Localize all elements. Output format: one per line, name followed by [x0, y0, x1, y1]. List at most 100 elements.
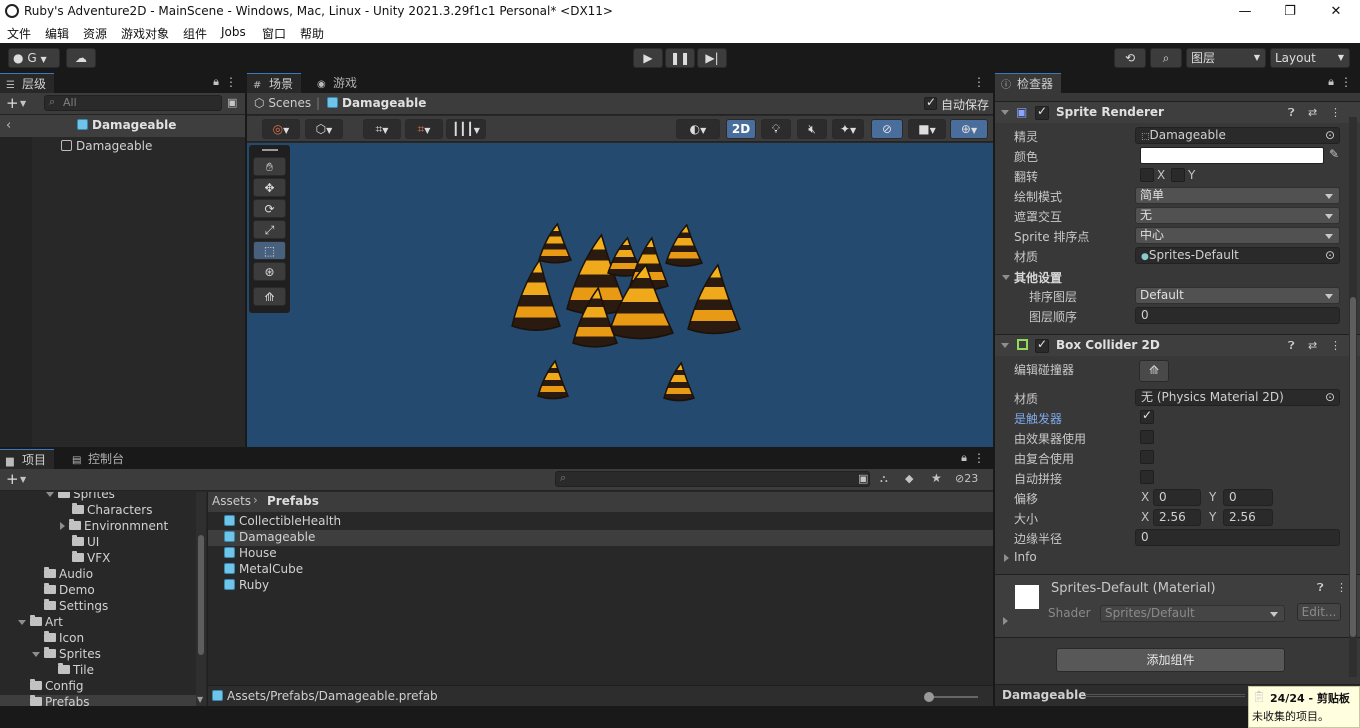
lighting-toggle-button[interactable]: 💡︎	[761, 119, 791, 139]
breadcrumb-root[interactable]: ⬡ Scenes	[254, 96, 311, 110]
is-trigger-checkbox[interactable]	[1140, 408, 1154, 424]
tab-scene[interactable]: # 场景	[247, 73, 302, 93]
tab-hierarchy[interactable]: ☰ 层级	[0, 73, 55, 93]
folder-tree-item[interactable]: Art	[18, 615, 63, 629]
slider-knob[interactable]	[924, 692, 934, 702]
effects-dropdown[interactable]: ✦▼	[832, 119, 864, 139]
more-icon[interactable]: ⋮	[225, 75, 237, 89]
autosave-checkbox[interactable]	[924, 95, 937, 110]
foldout-open-icon[interactable]	[18, 620, 26, 625]
folder-tree-item[interactable]: Icon	[32, 631, 84, 645]
sprite-field[interactable]: ⬚Damageable ⊙	[1135, 127, 1340, 144]
draw-mode-dropdown[interactable]: ◐▼	[676, 119, 720, 139]
eyedropper-icon[interactable]: ✎	[1329, 147, 1339, 161]
close-button[interactable]: ✕	[1313, 0, 1359, 23]
folder-tree-item[interactable]: Tile	[46, 663, 94, 677]
edit-collider-button[interactable]: ⟰	[1139, 360, 1169, 382]
asset-item[interactable]: CollectibleHealth	[208, 514, 993, 530]
flip-y-checkbox[interactable]	[1171, 168, 1185, 182]
scrollbar-thumb[interactable]	[198, 535, 204, 655]
shader-dropdown[interactable]: Sprites/Default	[1100, 605, 1285, 622]
scene-viewport[interactable]: ✋︎ ✥ ⟳ ⤢ ⬚ ⊛ ⟰	[247, 143, 993, 447]
size-x-input[interactable]: 2.56	[1153, 509, 1201, 526]
grid-visibility-dropdown[interactable]: ⌗▼	[405, 119, 443, 139]
object-picker-icon[interactable]: ⊙	[1325, 248, 1335, 263]
grid-snapping-dropdown[interactable]: ⌗▼	[363, 119, 401, 139]
folder-tree-item[interactable]: Prefabs	[0, 695, 196, 706]
lock-icon[interactable]: 🔒︎	[213, 75, 219, 89]
edge-radius-input[interactable]: 0	[1135, 529, 1340, 546]
used-by-effector-checkbox[interactable]	[1140, 430, 1154, 444]
toggle-2d-button[interactable]: 2D	[726, 119, 756, 139]
label-tag-icon[interactable]: ◆	[905, 472, 913, 485]
add-component-button[interactable]: 添加组件	[1056, 648, 1285, 672]
tab-project[interactable]: ▆ 项目	[0, 449, 55, 469]
foldout-open-icon[interactable]	[32, 652, 40, 657]
project-search-input[interactable]: ⌕	[555, 471, 870, 487]
folder-tree-item[interactable]: Settings	[32, 599, 108, 613]
add-icon[interactable]: +	[6, 94, 19, 112]
foldout-closed-icon[interactable]	[1004, 554, 1009, 562]
more-icon[interactable]: ⋮	[973, 451, 985, 465]
offset-x-input[interactable]: 0	[1153, 489, 1201, 506]
menu-file[interactable]: 文件	[7, 25, 31, 42]
audio-toggle-button[interactable]: 🔇︎	[797, 119, 827, 139]
menu-jobs[interactable]: Jobs	[221, 25, 246, 39]
folder-tree-item[interactable]: Sprites	[46, 492, 115, 501]
component-menu-icon[interactable]: ⋮	[1330, 106, 1341, 119]
increment-snap-dropdown[interactable]: ┃┃┃▼	[446, 119, 486, 139]
foldout-open-icon[interactable]	[1002, 275, 1010, 280]
component-menu-icon[interactable]: ⋮	[1330, 339, 1341, 352]
hierarchy-item[interactable]: Damageable	[61, 139, 152, 153]
sort-point-dropdown[interactable]: 中心	[1135, 227, 1340, 244]
damageable-sprite[interactable]	[247, 143, 993, 447]
box-collider-header[interactable]: Box Collider 2D ❓︎ ⇄ ⋮	[995, 334, 1360, 356]
help-icon[interactable]: ❓︎	[1317, 581, 1324, 595]
undo-history-button[interactable]: ⟲	[1114, 48, 1146, 68]
search-button[interactable]: ⌕	[1150, 48, 1182, 68]
info-foldout-label[interactable]: Info	[1014, 550, 1037, 564]
folder-tree-item[interactable]: VFX	[60, 551, 110, 565]
minimize-button[interactable]: —	[1222, 0, 1268, 23]
draw-mode-dropdown[interactable]: 简单	[1135, 187, 1340, 204]
auto-tiling-checkbox[interactable]	[1140, 470, 1154, 484]
object-picker-icon[interactable]: ⊙	[1325, 390, 1335, 405]
layout-dropdown[interactable]: Layout ▼	[1270, 48, 1350, 68]
folder-tree-item[interactable]: Sprites	[32, 647, 101, 661]
breadcrumb-assets[interactable]: Assets	[212, 494, 251, 508]
tab-game[interactable]: ◉ 游戏	[311, 73, 366, 93]
breadcrumb-prefabs[interactable]: Prefabs	[267, 494, 319, 508]
folder-tree-item[interactable]: Environmnent	[60, 519, 168, 533]
chevron-down-icon[interactable]: ▼	[20, 475, 26, 484]
menu-assets[interactable]: 资源	[83, 25, 107, 42]
tree-scrollbar[interactable]	[196, 492, 206, 706]
lock-icon[interactable]: 🔒︎	[961, 451, 967, 465]
hierarchy-search-input[interactable]: ⌕ All	[44, 95, 222, 111]
order-in-layer-input[interactable]: 0	[1135, 307, 1340, 324]
component-menu-icon[interactable]: ⋮	[1336, 581, 1347, 594]
edit-shader-button[interactable]: Edit...	[1297, 603, 1341, 621]
camera-dropdown[interactable]: ■▼	[908, 119, 946, 139]
menu-component[interactable]: 组件	[183, 25, 207, 42]
folder-tree-item[interactable]: UI	[60, 535, 99, 549]
help-icon[interactable]: ❓︎	[1288, 339, 1295, 353]
clipboard-toast[interactable]: 📋︎ 24/24 - 剪贴板 未收集的项目。	[1248, 686, 1360, 728]
chevron-down-icon[interactable]: ▼	[20, 99, 26, 108]
asset-item[interactable]: Ruby	[208, 578, 993, 594]
asset-item[interactable]: MetalCube	[208, 562, 993, 578]
layers-dropdown[interactable]: 图层 ▼	[1186, 48, 1266, 68]
resize-handle[interactable]	[1085, 694, 1245, 697]
add-icon[interactable]: +	[6, 470, 19, 488]
step-button[interactable]: ▶|	[697, 48, 727, 68]
preset-icon[interactable]: ⇄	[1308, 106, 1317, 119]
other-settings-label[interactable]: 其他设置	[1014, 269, 1062, 286]
foldout-closed-icon[interactable]	[60, 522, 65, 530]
menu-gameobject[interactable]: 游戏对象	[121, 25, 169, 42]
tool-handle-position-dropdown[interactable]: ◎▼	[262, 119, 300, 139]
material-field[interactable]: ●Sprites-Default ⊙	[1135, 247, 1340, 264]
more-icon[interactable]: ⋮	[973, 75, 985, 89]
maximize-button[interactable]: ❐	[1267, 0, 1313, 23]
foldout-open-icon[interactable]	[46, 492, 54, 497]
filter-type-icon[interactable]: ⛬	[880, 472, 888, 486]
gizmos-dropdown[interactable]: ⊕▼	[950, 119, 988, 139]
